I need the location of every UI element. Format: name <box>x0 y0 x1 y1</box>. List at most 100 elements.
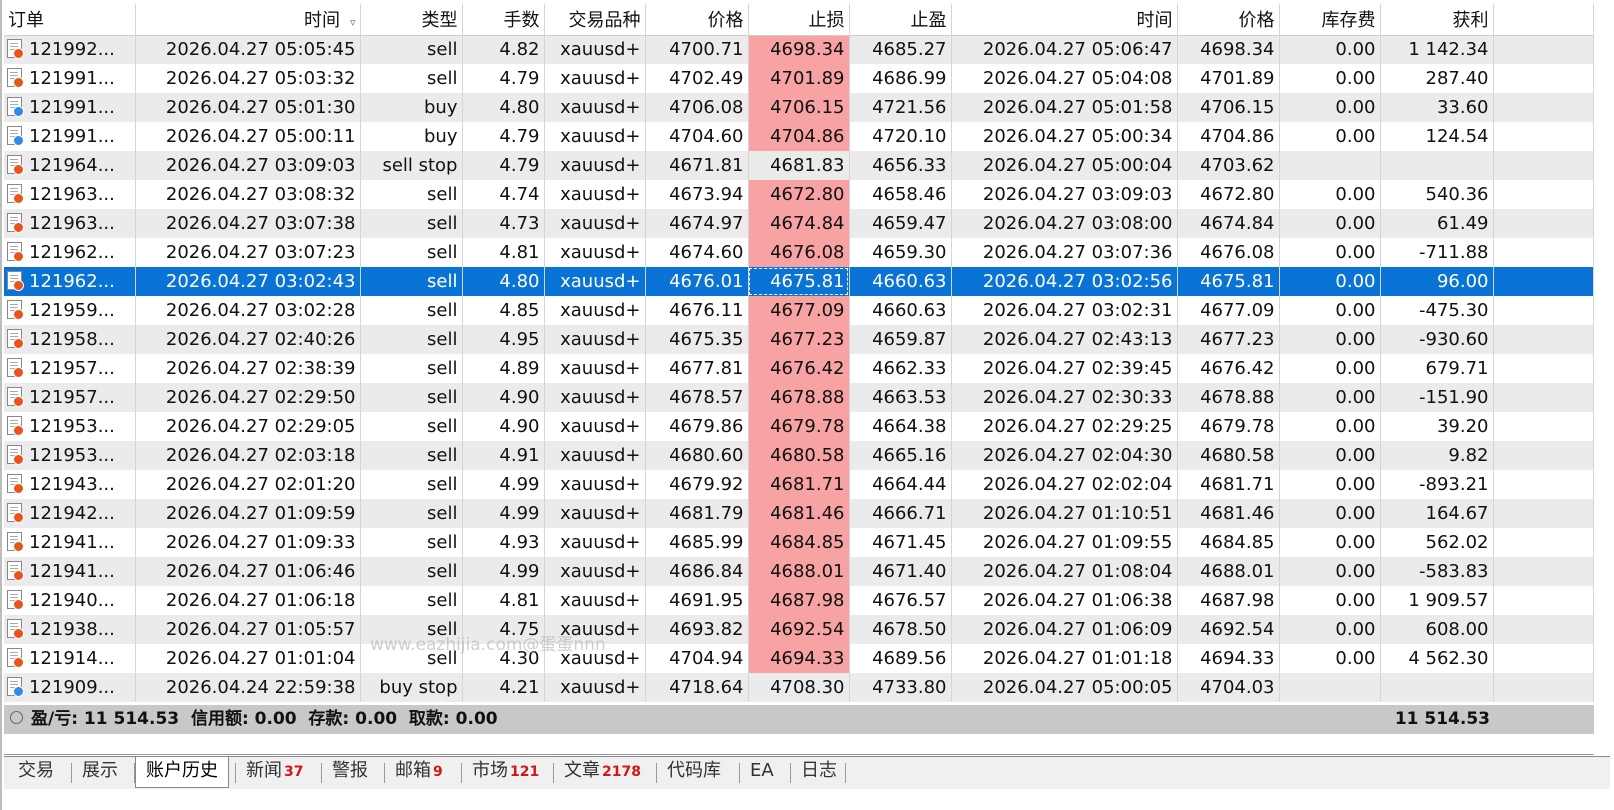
tab-2[interactable]: 账户历史 <box>135 757 229 788</box>
tab-3[interactable]: 新闻 37 <box>236 757 313 787</box>
table-row[interactable]: 121962... 2026.04.27 03:02:43 sell 4.80 xauu… <box>4 267 1594 296</box>
cell-volume: 4.95 <box>462 325 545 354</box>
table-row[interactable]: 121909... 2026.04.24 22:59:38 buy stop 4.21… <box>4 673 1594 702</box>
cell-profit: 9.82 <box>1380 441 1494 470</box>
tab-7[interactable]: 文章 2178 <box>554 757 651 787</box>
col-swap-header[interactable]: 库存费 <box>1279 4 1381 36</box>
tab-1[interactable]: 展示 <box>72 757 128 787</box>
tab-6[interactable]: 市场 121 <box>462 757 549 787</box>
cell-take-profit: 4659.87 <box>849 325 952 354</box>
tab-0[interactable]: 交易 <box>8 757 64 787</box>
account-history-window: { "columns": ["订单","时间","类型","手数","交易品种"… <box>0 0 1614 810</box>
table-row[interactable]: 121959... 2026.04.27 03:02:28 sell 4.85 xauu… <box>4 296 1594 325</box>
cell-open-price: 4675.35 <box>645 325 749 354</box>
cell-take-profit: 4686.99 <box>849 64 952 93</box>
tab-label: 警报 <box>332 760 368 781</box>
cell-profit: 540.36 <box>1380 180 1494 209</box>
table-row[interactable]: 121943... 2026.04.27 02:01:20 sell 4.99 xauu… <box>4 470 1594 499</box>
table-row[interactable]: 121940... 2026.04.27 01:06:18 sell 4.81 xauu… <box>4 586 1594 615</box>
cell-swap: 0.00 <box>1279 122 1381 151</box>
table-row[interactable]: 121914... 2026.04.27 01:01:04 sell 4.30 xauu… <box>4 644 1594 673</box>
cell-order: 121941... <box>4 528 136 557</box>
cell-close-price: 4688.01 <box>1177 557 1280 586</box>
cell-stop-loss: 4684.85 <box>748 528 850 557</box>
tab-9[interactable]: EA <box>740 757 784 787</box>
table-row[interactable]: 121963... 2026.04.27 03:08:32 sell 4.74 xauu… <box>4 180 1594 209</box>
order-number: 121953... <box>29 416 115 437</box>
cell-symbol: xauusd+ <box>544 557 646 586</box>
cell-close-price: 4704.86 <box>1177 122 1280 151</box>
tab-8[interactable]: 代码库 <box>657 757 731 787</box>
cell-volume: 4.99 <box>462 557 545 586</box>
cell-empty <box>1493 586 1594 615</box>
col-volume-header[interactable]: 手数 <box>462 4 545 36</box>
col-open-price-header[interactable]: 价格 <box>645 4 749 36</box>
cell-open-time: 2026.04.27 01:09:33 <box>135 528 361 557</box>
table-row[interactable]: 121992... 2026.04.27 05:05:45 sell 4.82 xauu… <box>4 35 1594 64</box>
table-row[interactable]: 121942... 2026.04.27 01:09:59 sell 4.99 xauu… <box>4 499 1594 528</box>
table-row[interactable]: 121991... 2026.04.27 05:03:32 sell 4.79 xauu… <box>4 64 1594 93</box>
col-close-price-header[interactable]: 价格 <box>1177 4 1280 36</box>
cell-stop-loss: 4708.30 <box>748 673 850 702</box>
summary-text: 盈/亏: 11 514.53 信用额: 0.00 存款: 0.00 取款: 0.… <box>31 709 498 729</box>
col-order-header[interactable]: 订单 <box>4 4 136 36</box>
cell-swap: 0.00 <box>1279 209 1381 238</box>
table-row[interactable]: 121957... 2026.04.27 02:29:50 sell 4.90 xauu… <box>4 383 1594 412</box>
tab-badge: 9 <box>433 764 443 780</box>
sell-order-icon <box>6 39 24 60</box>
cell-take-profit: 4671.40 <box>849 557 952 586</box>
col-close-time-header[interactable]: 时间 <box>951 4 1178 36</box>
cell-empty <box>1493 354 1594 383</box>
cell-profit: 61.49 <box>1380 209 1494 238</box>
table-row[interactable]: 121953... 2026.04.27 02:03:18 sell 4.91 xauu… <box>4 441 1594 470</box>
col-profit-header[interactable]: 获利 <box>1380 4 1494 36</box>
table-row[interactable]: 121938... 2026.04.27 01:05:57 sell 4.75 xauu… <box>4 615 1594 644</box>
tab-separator <box>845 763 846 783</box>
table-header: 订单 时间 ▿ 类型 手数 交易品种 价格 止损 止盈 时间 价格 库存费 获利 <box>4 4 1594 36</box>
table-row[interactable]: 121941... 2026.04.27 01:09:33 sell 4.93 xauu… <box>4 528 1594 557</box>
table-row[interactable]: 121958... 2026.04.27 02:40:26 sell 4.95 xauu… <box>4 325 1594 354</box>
cell-close-time: 2026.04.27 02:43:13 <box>951 325 1178 354</box>
cell-open-time: 2026.04.27 05:00:11 <box>135 122 361 151</box>
cell-profit <box>1380 673 1494 702</box>
table-row[interactable]: 121953... 2026.04.27 02:29:05 sell 4.90 xauu… <box>4 412 1594 441</box>
cell-swap: 0.00 <box>1279 644 1381 673</box>
cell-close-time: 2026.04.27 05:00:34 <box>951 122 1178 151</box>
cell-symbol: xauusd+ <box>544 441 646 470</box>
cell-open-time: 2026.04.27 01:05:57 <box>135 615 361 644</box>
sell-order-icon <box>6 184 24 204</box>
table-row[interactable]: 121991... 2026.04.27 05:01:30 buy 4.80 xauus… <box>4 93 1594 122</box>
horizontal-scroll-area[interactable] <box>4 734 1594 755</box>
cell-close-price: 4703.62 <box>1177 151 1280 180</box>
order-number: 121963... <box>29 213 115 234</box>
cell-take-profit: 4666.71 <box>849 499 952 528</box>
col-sl-header[interactable]: 止损 <box>748 4 850 36</box>
table-row[interactable]: 121991... 2026.04.27 05:00:11 buy 4.79 xauus… <box>4 122 1594 151</box>
cell-profit: 287.40 <box>1380 64 1494 93</box>
table-row[interactable]: 121964... 2026.04.27 03:09:03 sell stop 4.7… <box>4 151 1594 180</box>
cell-take-profit: 4689.56 <box>849 644 952 673</box>
cell-open-price: 4700.71 <box>645 35 749 64</box>
tab-10[interactable]: 日志 <box>791 757 847 787</box>
cell-take-profit: 4656.33 <box>849 151 952 180</box>
col-symbol-header[interactable]: 交易品种 <box>544 4 646 36</box>
table-row[interactable]: 121963... 2026.04.27 03:07:38 sell 4.73 xauu… <box>4 209 1594 238</box>
table-row[interactable]: 121941... 2026.04.27 01:06:46 sell 4.99 xauu… <box>4 557 1594 586</box>
col-type-header[interactable]: 类型 <box>360 4 463 36</box>
col-open-time-header[interactable]: 时间 ▿ <box>135 4 361 36</box>
table-row[interactable]: 121962... 2026.04.27 03:07:23 sell 4.81 xauu… <box>4 238 1594 267</box>
cell-take-profit: 4664.44 <box>849 470 952 499</box>
tab-4[interactable]: 警报 <box>322 757 378 787</box>
cell-open-price: 4686.84 <box>645 557 749 586</box>
cell-stop-loss: 4692.54 <box>748 615 850 644</box>
tab-5[interactable]: 邮箱 9 <box>385 757 453 787</box>
col-tp-header[interactable]: 止盈 <box>849 4 952 36</box>
cell-stop-loss: 4698.34 <box>748 35 850 64</box>
cell-volume: 4.81 <box>462 586 545 615</box>
table-row[interactable]: 121957... 2026.04.27 02:38:39 sell 4.89 xauu… <box>4 354 1594 383</box>
cell-swap: 0.00 <box>1279 499 1381 528</box>
cell-order: 121953... <box>4 412 136 441</box>
cell-close-price: 4706.15 <box>1177 93 1280 122</box>
cell-order: 121914... <box>4 644 136 673</box>
cell-take-profit: 4662.33 <box>849 354 952 383</box>
